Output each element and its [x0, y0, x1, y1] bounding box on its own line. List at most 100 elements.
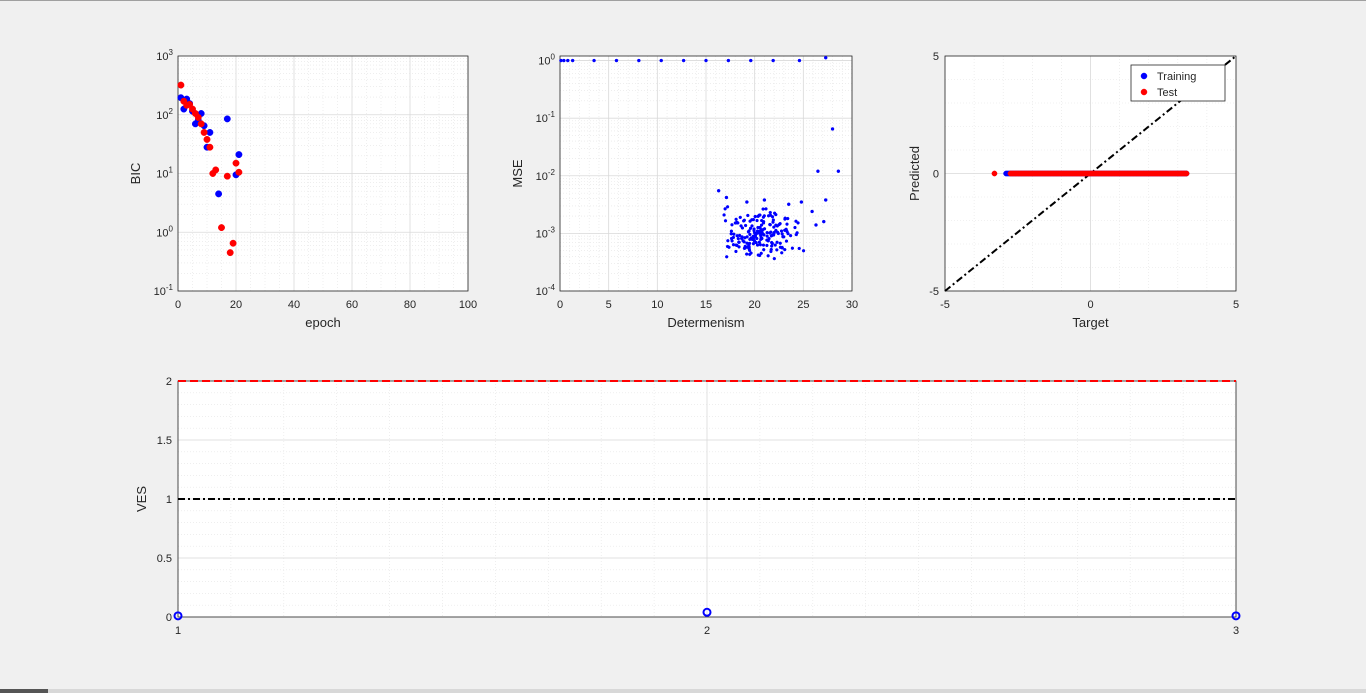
taskbar-start [0, 689, 48, 693]
mse-point [724, 195, 729, 200]
bic-point-series1 [226, 249, 234, 257]
pred-xlabel: Target [1072, 315, 1109, 330]
mse-cluster-point [759, 251, 763, 255]
mse-cluster-point [775, 240, 779, 244]
mse-cluster-point [767, 236, 771, 241]
mse-cluster-point [770, 240, 774, 245]
mse-xtick-label: 30 [846, 299, 858, 311]
mse-point [562, 58, 566, 63]
mse-cluster-point [761, 243, 766, 247]
mse-point [830, 127, 835, 131]
mse-point [810, 209, 814, 214]
ves-xtick-label: 2 [704, 625, 710, 637]
mse-cluster-point [746, 213, 750, 218]
mse-cluster-point [765, 230, 769, 235]
mse-point [786, 202, 791, 207]
figure-canvas: 0 20 40 60 80 10010-1100101102103epochBIC0 5 10… [128, 48, 1241, 637]
mse-cluster-point [747, 245, 751, 249]
mse-cluster-point [737, 240, 741, 244]
mse-point [745, 200, 749, 204]
bic-point-series1 [200, 128, 208, 136]
mse-xtick-label: 25 [797, 299, 809, 311]
mse-cluster-point [756, 214, 760, 218]
bic-point-series1 [235, 168, 243, 176]
mse-cluster-point [768, 213, 773, 217]
mse-ytick-label: 100 [538, 53, 555, 68]
bic-point-series1 [197, 120, 205, 128]
bic-xtick-label: 60 [346, 299, 358, 311]
mse-cluster-point [786, 232, 790, 236]
mse-cluster-point [765, 234, 769, 238]
mse-cluster-point [768, 223, 772, 227]
mse-cluster-point [764, 207, 768, 211]
taskbar-strip [0, 689, 1366, 693]
mse-point [614, 58, 619, 63]
mse-cluster-point [762, 233, 766, 237]
pred-test-point [1183, 170, 1190, 177]
mse-cluster-point [757, 240, 762, 244]
mse-point [681, 58, 686, 63]
mse-cluster-point [794, 232, 798, 237]
mse-cluster-point [778, 241, 782, 245]
mse-cluster-point [725, 244, 730, 249]
bic-point-series1 [218, 224, 225, 232]
bic-ytick-label: 103 [156, 48, 173, 63]
mse-cluster-point [754, 240, 758, 245]
bic-xtick-label: 0 [175, 299, 181, 311]
mse-cluster-point [786, 216, 790, 221]
mse-point [726, 58, 731, 63]
mse-point [822, 219, 826, 224]
mse-cluster-point [768, 210, 772, 215]
mse-cluster-point [745, 252, 749, 256]
ves-ytick-label: 0 [166, 612, 172, 624]
pred-legend-label: Training [1157, 71, 1196, 83]
bic-ylabel: BIC [128, 163, 143, 185]
mse-cluster-point [770, 233, 774, 237]
mse-point [716, 188, 721, 193]
mse-cluster-point [739, 224, 743, 228]
mse-cluster-point [747, 229, 751, 233]
mse-cluster-point [766, 254, 770, 258]
mse-cluster-point [735, 234, 739, 238]
ves-xtick-label: 3 [1233, 625, 1239, 637]
mse-cluster-point [743, 223, 748, 228]
ves-ytick-label: 2 [166, 376, 172, 388]
mse-cluster-point [729, 229, 734, 233]
mse-xtick-label: 10 [651, 299, 663, 311]
mse-cluster-point [797, 246, 801, 251]
mse-cluster-point [768, 231, 772, 235]
mse-cluster-point [772, 230, 776, 235]
mse-cluster-point [782, 235, 786, 239]
mse-point [749, 58, 753, 63]
mse-cluster-point [765, 243, 769, 248]
mse-cluster-point [742, 219, 746, 223]
bic-point-series0 [235, 151, 243, 159]
mse-cluster-point [784, 239, 789, 243]
mse-cluster-point [761, 207, 765, 211]
mse-cluster-point [750, 224, 754, 228]
mse-cluster-point [735, 243, 739, 248]
bic-point-series1 [212, 166, 220, 174]
mse-point [592, 58, 596, 63]
bic-point-series0 [215, 190, 223, 198]
pred-ytick-label: 0 [933, 169, 939, 181]
mse-cluster-point [774, 223, 778, 227]
mse-cluster-point [785, 222, 789, 226]
ves-ylabel: VES [134, 486, 149, 512]
mse-cluster-point [732, 232, 736, 236]
bic-point-series1 [194, 113, 202, 121]
mse-cluster-point [788, 234, 793, 238]
mse-cluster-point [731, 243, 736, 247]
ves-ytick-label: 1.5 [157, 435, 172, 447]
mse-cluster-point [769, 249, 773, 254]
mse-cluster-point [725, 205, 730, 209]
mse-cluster-point [801, 249, 806, 253]
mse-cluster-point [742, 246, 747, 250]
mse-point [816, 169, 820, 173]
mse-cluster-point [734, 217, 738, 221]
mse-point [637, 58, 641, 63]
mse-point [762, 198, 767, 202]
mse-cluster-point [750, 218, 754, 222]
mse-ytick-label: 10-1 [536, 110, 556, 125]
mse-xtick-label: 0 [557, 299, 563, 311]
